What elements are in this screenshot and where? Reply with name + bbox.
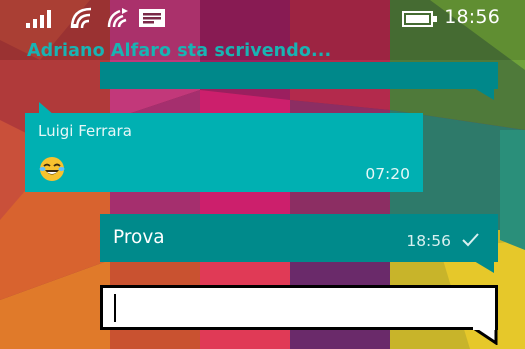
bubble-body: [100, 62, 498, 89]
bubble-tail: [474, 261, 494, 273]
wifi-icon: [70, 7, 92, 29]
message-input[interactable]: [103, 288, 495, 327]
signal-bars-icon: [26, 10, 51, 28]
message-text: Prova: [113, 227, 165, 248]
battery-icon: [402, 11, 437, 27]
message-bubble-outgoing[interactable]: Prova 18:56: [100, 214, 498, 262]
message-bubble-incoming[interactable]: Luigi Ferrara 07:20: [25, 113, 423, 192]
message-time: 18:56: [406, 232, 451, 250]
sent-check-icon: [462, 233, 479, 247]
text-caret: [114, 294, 116, 322]
status-time: 18:56: [444, 6, 500, 28]
composer-tail: [470, 327, 498, 345]
message-bubble-outgoing-clipped[interactable]: [100, 62, 498, 89]
data-transfer-icon: [107, 8, 128, 28]
bubble-tail: [474, 88, 494, 100]
message-time: 07:20: [365, 165, 410, 183]
message-notification-icon: [139, 9, 165, 27]
laughing-crying-emoji-icon: [39, 157, 65, 181]
typing-indicator: Adriano Alfaro sta scrivendo...: [27, 41, 332, 61]
status-bar: 18:56: [0, 0, 525, 38]
message-composer[interactable]: [100, 285, 498, 330]
message-sender: Luigi Ferrara: [38, 122, 132, 140]
